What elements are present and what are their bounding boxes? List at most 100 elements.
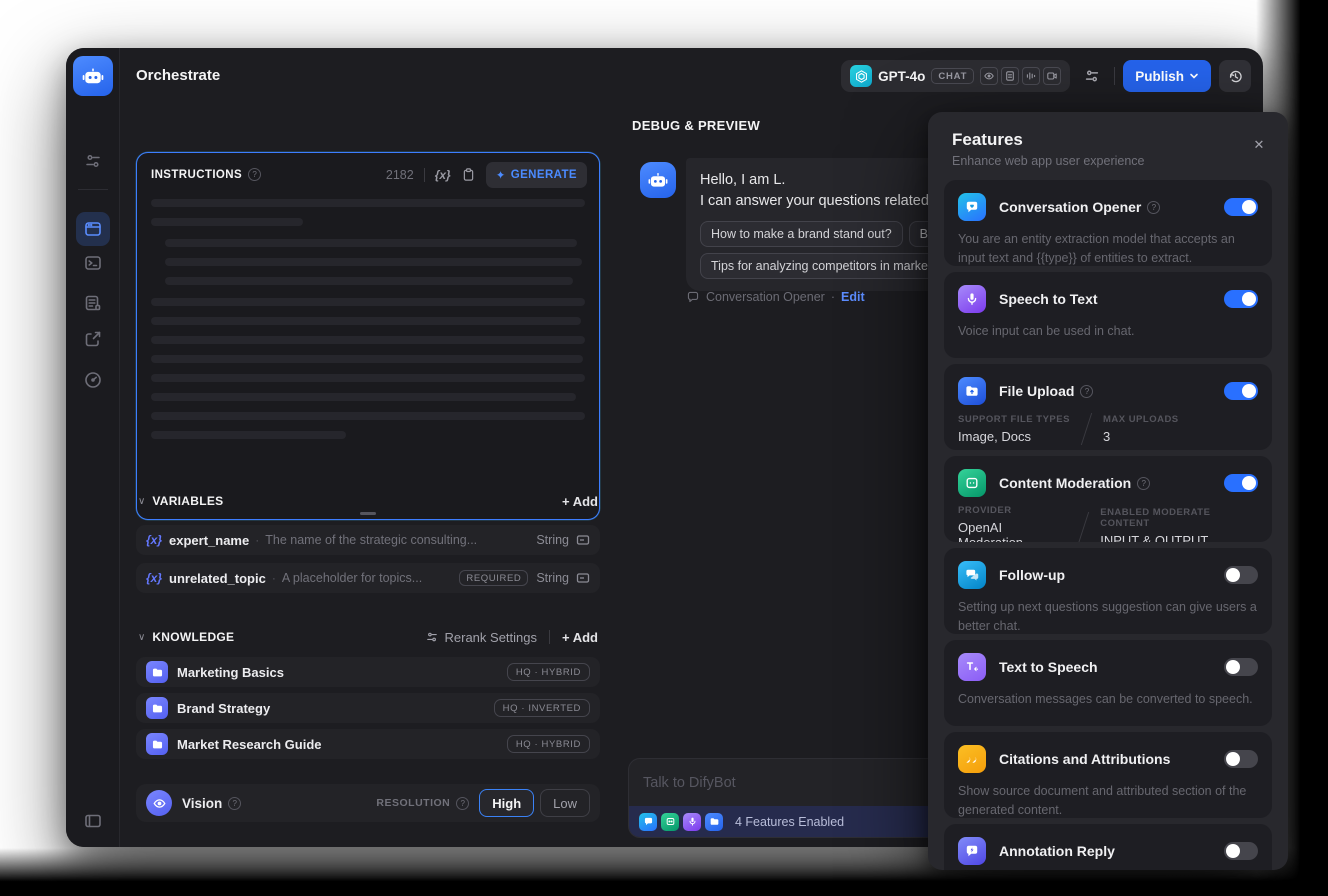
variable-row-unrelated-topic[interactable]: {x} unrelated_topic · A placeholder for … [136,563,600,593]
features-panel: Features Enhance web app user experience… [928,112,1288,870]
model-mode-badge: CHAT [931,68,975,84]
conversation-opener-toggle[interactable] [1224,198,1258,216]
field-divider [1080,413,1093,445]
retrieval-badge: HQ · HYBRID [506,735,590,753]
features-enabled-count: 4 Features Enabled [735,814,845,829]
character-count: 2182 [385,167,414,182]
feature-card-text-to-speech[interactable]: Text to Speech Conversation messages can… [944,640,1272,726]
feature-card-conversation-opener[interactable]: Conversation Opener ? You are an entity … [944,180,1272,266]
sidebar-item-terminal[interactable] [83,253,103,273]
file-upload-icon [958,377,986,405]
knowledge-folder-icon [146,733,168,755]
model-name: GPT-4o [878,68,926,84]
suggested-question-chip[interactable]: Tips for analyzing competitors in market… [700,253,960,280]
sidebar-item-monitoring[interactable] [83,370,103,390]
variable-type: String [536,571,569,585]
add-knowledge-button[interactable]: + Add [562,630,598,645]
header-divider [1114,67,1116,85]
help-icon[interactable]: ? [1080,384,1094,398]
knowledge-folder-icon [146,697,168,719]
resize-handle[interactable] [360,512,376,515]
header-actions: GPT-4o CHAT Publish [841,60,1251,92]
variable-row-expert-name[interactable]: {x} expert_name · The name of the strate… [136,525,600,555]
model-parameters-icon[interactable] [1078,62,1106,90]
follow-up-toggle[interactable] [1224,566,1258,584]
knowledge-row[interactable]: Market Research Guide HQ · HYBRID [136,729,600,759]
help-icon[interactable]: ? [1137,476,1151,490]
generate-button[interactable]: ✦ GENERATE [485,161,587,188]
model-selector[interactable]: GPT-4o CHAT [841,60,1071,92]
content-moderation-icon [958,469,986,497]
document-capability-icon [1001,67,1020,85]
features-panel-title: Features [952,130,1023,149]
insert-variable-icon[interactable]: {x} [435,168,451,182]
speech-to-text-toggle[interactable] [1224,290,1258,308]
instructions-panel[interactable]: INSTRUCTIONS ? 2182 {x} ✦ GENERATE [136,152,600,520]
collapse-sidebar-icon[interactable] [83,811,103,831]
file-upload-toggle[interactable] [1224,382,1258,400]
knowledge-row[interactable]: Brand Strategy HQ · INVERTED [136,693,600,723]
sidebar-item-share[interactable] [83,329,103,349]
sidebar-item-logs[interactable] [83,293,103,313]
debug-preview-title: DEBUG & PREVIEW [632,118,761,133]
sidebar-divider [78,189,108,190]
edit-opener-link[interactable]: Edit [841,290,865,304]
retrieval-badge: HQ · INVERTED [493,699,590,717]
version-history-button[interactable] [1219,60,1251,92]
knowledge-section-header: ∨ KNOWLEDGE Rerank Settings + Add [138,629,598,645]
close-icon[interactable]: ✕ [1248,134,1270,156]
sparkle-icon: ✦ [495,169,506,182]
feature-field: SUPPORT FILE TYPES Image, Docs [958,414,1070,444]
help-icon[interactable]: ? [248,168,262,181]
follow-up-icon [958,561,986,589]
rerank-settings-button[interactable]: Rerank Settings [425,630,537,645]
instructions-text-skeleton [151,199,585,450]
conversation-opener-note: Conversation Opener · Edit [686,290,865,304]
help-icon[interactable]: ? [1147,200,1161,214]
content-moderation-toggle[interactable] [1224,474,1258,492]
feature-card-file-upload[interactable]: File Upload ? SUPPORT FILE TYPES Image, … [944,364,1272,450]
feature-card-speech-to-text[interactable]: Speech to Text Voice input can be used i… [944,272,1272,358]
feature-card-follow-up[interactable]: Follow-up Setting up next questions sugg… [944,548,1272,634]
add-variable-button[interactable]: + Add [562,494,598,509]
annotation-reply-icon [958,837,986,865]
settings-sliders-icon[interactable] [83,151,103,171]
variable-icon: {x} [146,571,163,585]
annotation-reply-toggle[interactable] [1224,842,1258,860]
knowledge-row[interactable]: Marketing Basics HQ · HYBRID [136,657,600,687]
chat-bubble-icon [687,291,699,303]
copy-clipboard-icon[interactable] [461,167,476,182]
feature-field: MAX UPLOADS 3 [1102,414,1179,444]
help-icon[interactable]: ? [456,796,470,810]
feature-card-citations[interactable]: Citations and Attributions Show source d… [944,732,1272,818]
citations-toggle[interactable] [1224,750,1258,768]
speech-to-text-mini-icon [683,812,701,831]
required-badge: REQUIRED [459,570,529,586]
suggested-question-chip[interactable]: How to make a brand stand out? [700,221,903,248]
speech-to-text-icon [958,285,986,313]
input-field-type-icon [576,571,590,585]
sidebar-item-orchestrate[interactable] [76,212,110,246]
citations-icon [958,745,986,773]
variables-section-header: ∨ VARIABLES + Add [138,493,598,509]
conversation-opener-mini-icon [639,812,657,831]
text-to-speech-toggle[interactable] [1224,658,1258,676]
publish-button[interactable]: Publish [1123,60,1211,92]
feature-card-annotation-reply[interactable]: Annotation Reply You can manually add hi… [944,824,1272,870]
configuration-column: INSTRUCTIONS ? 2182 {x} ✦ GENERATE ∨ VAR… [136,104,600,847]
field-divider [1078,511,1090,542]
resolution-high-button[interactable]: High [479,789,535,817]
app-logo-robot-icon[interactable] [73,56,113,96]
chevron-down-icon[interactable]: ∨ [138,632,145,643]
help-icon[interactable]: ? [228,796,242,810]
input-field-type-icon [576,533,590,547]
resolution-low-button[interactable]: Low [540,789,590,817]
chevron-down-icon[interactable]: ∨ [138,496,145,507]
knowledge-folder-icon [146,661,168,683]
vision-setting-row: Vision ? RESOLUTION ? High Low [136,784,600,822]
features-panel-subtitle: Enhance web app user experience [952,154,1145,168]
openai-logo-icon [850,65,873,87]
file-upload-mini-icon [705,812,723,831]
feature-card-content-moderation[interactable]: Content Moderation ? PROVIDER OpenAI Mod… [944,456,1272,542]
audio-capability-icon [1022,67,1041,85]
